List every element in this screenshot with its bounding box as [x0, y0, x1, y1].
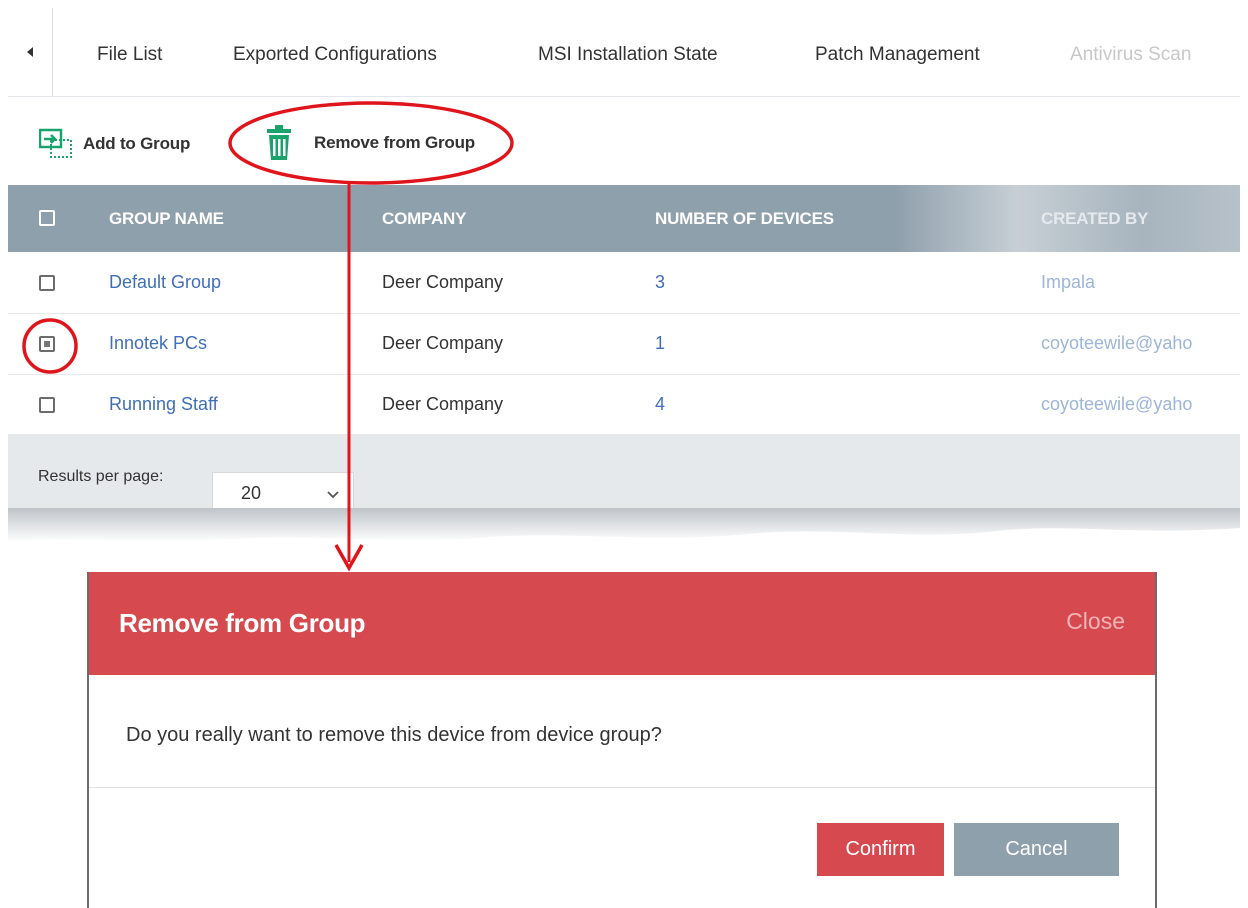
table-footer: Results per page: 20 — [8, 434, 1240, 514]
remove-from-group-button[interactable]: Remove from Group — [264, 124, 475, 162]
results-per-page-select[interactable]: 20 — [212, 472, 354, 512]
results-per-page-value: 20 — [241, 483, 262, 503]
company-cell: Deer Company — [382, 272, 504, 292]
caret-left-icon — [27, 47, 33, 57]
column-created-by[interactable]: CREATED BY — [1041, 209, 1148, 229]
tab-bar: File List Exported Configurations MSI In… — [8, 8, 1240, 97]
remove-from-group-dialog: Remove from Group Close Do you really wa… — [87, 572, 1157, 908]
created-by-link[interactable]: Impala — [1041, 272, 1095, 293]
add-to-group-icon — [39, 128, 72, 158]
device-count-link[interactable]: 3 — [655, 272, 665, 293]
groups-panel: File List Exported Configurations MSI In… — [8, 8, 1240, 553]
device-count-link[interactable]: 4 — [655, 394, 665, 415]
column-number-of-devices[interactable]: NUMBER OF DEVICES — [655, 209, 834, 229]
tab-patch-management[interactable]: Patch Management — [815, 44, 980, 66]
dialog-divider — [89, 787, 1155, 788]
table-row: Default Group Deer Company 3 Impala — [8, 253, 1240, 314]
confirm-button[interactable]: Confirm — [817, 823, 944, 876]
torn-edge-divider — [8, 508, 1240, 542]
company-cell: Deer Company — [382, 333, 504, 353]
tab-antivirus-scan[interactable]: Antivirus Scan — [1070, 44, 1191, 66]
remove-from-group-label: Remove from Group — [314, 133, 475, 152]
group-name-link[interactable]: Innotek PCs — [109, 333, 207, 354]
dialog-close-button[interactable]: Close — [1066, 608, 1125, 635]
add-to-group-button[interactable]: Add to Group — [39, 128, 190, 160]
group-name-link[interactable]: Running Staff — [109, 394, 218, 415]
select-all-checkbox[interactable] — [39, 210, 55, 226]
column-group-name[interactable]: GROUP NAME — [109, 209, 224, 229]
table-row: Running Staff Deer Company 4 coyoteewile… — [8, 375, 1240, 436]
tab-scroll-left[interactable] — [8, 8, 53, 96]
tab-msi-installation-state[interactable]: MSI Installation State — [538, 44, 718, 66]
column-company[interactable]: COMPANY — [382, 209, 466, 229]
tab-exported-configurations[interactable]: Exported Configurations — [233, 44, 437, 66]
dialog-message: Do you really want to remove this device… — [126, 724, 662, 746]
results-per-page-label: Results per page: — [38, 468, 164, 485]
company-cell: Deer Company — [382, 394, 504, 414]
created-by-link[interactable]: coyoteewile@yaho — [1041, 333, 1192, 354]
row-checkbox[interactable] — [39, 275, 55, 291]
created-by-link[interactable]: coyoteewile@yaho — [1041, 394, 1192, 415]
table-row: Innotek PCs Deer Company 1 coyoteewile@y… — [8, 314, 1240, 375]
toolbar: Add to Group Remove from Group — [8, 100, 1240, 184]
cancel-button[interactable]: Cancel — [954, 823, 1119, 876]
dialog-title: Remove from Group — [119, 608, 366, 638]
device-count-link[interactable]: 1 — [655, 333, 665, 354]
add-to-group-label: Add to Group — [83, 134, 191, 153]
group-name-link[interactable]: Default Group — [109, 272, 221, 293]
row-checkbox[interactable] — [39, 397, 55, 413]
row-checkbox[interactable] — [39, 336, 55, 352]
chevron-down-icon — [327, 491, 339, 499]
table-header: GROUP NAME COMPANY NUMBER OF DEVICES CRE… — [8, 185, 1240, 252]
tab-file-list[interactable]: File List — [97, 44, 162, 66]
trash-icon — [267, 125, 291, 160]
dialog-header: Remove from Group Close — [89, 572, 1155, 675]
